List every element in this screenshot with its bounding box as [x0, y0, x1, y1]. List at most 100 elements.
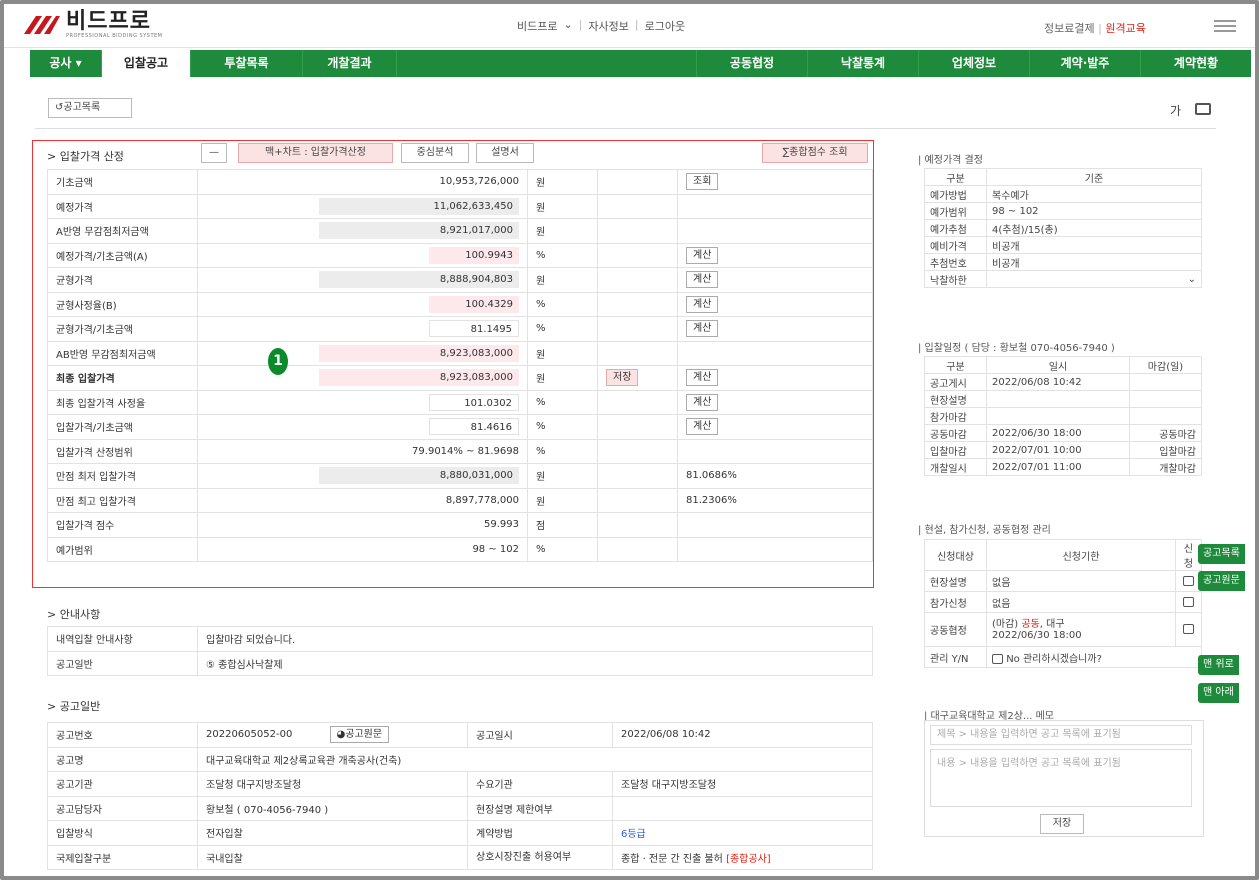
table-row: 균형가격/기초금액 81.1495% 계산 — [47, 316, 873, 342]
table-row: 기초금액 10,953,726,000 원 조회 — [47, 169, 873, 195]
table-row: 공고일반 ⑤ 종합심사낙찰제 — [47, 650, 873, 676]
contract-grade-link[interactable]: 6등급 — [612, 820, 873, 846]
table-row: 공동마감 2022/06/30 18:00 공동마감 — [924, 424, 1202, 442]
float-list-button[interactable]: 공고목록 — [1198, 544, 1245, 564]
calc-button[interactable]: 계산 — [686, 271, 719, 289]
table-row: 예가방법 복수예가 — [924, 185, 1202, 203]
notice-table: 내역입찰 안내사항 입찰마감 되었습니다. 공고일반 ⑤ 종합심사낙찰제 — [47, 626, 873, 676]
final-bid-price-input[interactable]: 8,923,083,000 — [319, 369, 519, 387]
logo-text: 비드프로 — [66, 9, 151, 34]
schedule-title: | 입찰일정 ( 담당 : 황보철 070-4056-7940 ) — [918, 343, 1115, 354]
company-info-link[interactable]: 자사정보 — [588, 18, 628, 34]
table-row: 현장설명 없음 — [924, 570, 1202, 592]
table-row: 참가마감 — [924, 407, 1202, 425]
chevron-down-icon[interactable]: ⌄ — [563, 18, 572, 34]
table-row: A반영 무감점최저금액 8,921,017,000 원 — [47, 218, 873, 244]
table-row: 입찰가격 산정범위 79.9014% ~ 81.9698% — [47, 438, 873, 464]
table-row: 국제입찰구분 국내입찰 상호시장진출 허용여부 종합 · 전문 간 진출 불허 [종합… — [47, 844, 873, 870]
save-price-button[interactable]: 저장 — [606, 369, 639, 387]
analysis-button[interactable]: 중심분석 — [401, 143, 469, 163]
logout-link[interactable]: 로그아웃 — [645, 18, 685, 34]
calc-button[interactable]: 계산 — [686, 246, 719, 264]
table-row: 참가신청 없음 — [924, 591, 1202, 613]
main-nav: 공사 ▾ 입찰공고 투찰목록 개찰결과 공동협정 낙찰통계 업체정보 계약·발주… — [30, 50, 1251, 77]
nav-joint-agreement[interactable]: 공동협정 — [697, 50, 808, 77]
calc-button[interactable]: 계산 — [686, 418, 719, 436]
nav-bid-list[interactable]: 투찰목록 — [191, 50, 303, 77]
table-row: 낙찰하한 ⌄ — [924, 270, 1202, 288]
estimate-title: | 예정가격 결정 — [918, 155, 983, 166]
globe-icon: ◕ — [336, 729, 346, 741]
nav-award-stats[interactable]: 낙찰통계 — [808, 50, 919, 77]
table-row: 예비가격 비공개 — [924, 236, 1202, 254]
nav-bid-notice[interactable]: 입찰공고 — [102, 50, 191, 77]
site-apply-checkbox[interactable] — [1183, 575, 1194, 586]
schedule-table: 구분 일시 마감(일) 공고게시 2022/06/08 10:42 현장설명 참가마감… — [924, 356, 1202, 476]
nav-construction[interactable]: 공사 ▾ — [30, 50, 102, 77]
nav-company-info[interactable]: 업체정보 — [919, 50, 1030, 77]
table-row: 공고게시 2022/06/08 10:42 — [924, 373, 1202, 391]
table-row: 입찰가격/기초금액 81.4616% 계산 — [47, 414, 873, 440]
table-row: 입찰방식 전자입찰 계약방법 6등급 — [47, 820, 873, 846]
joint-checkbox[interactable] — [1183, 624, 1194, 634]
table-row: 추첨번호 비공개 — [924, 253, 1202, 271]
calc-button[interactable]: 계산 — [686, 393, 719, 411]
scroll-top-button[interactable]: 맨 위로 — [1198, 655, 1239, 675]
calc-button[interactable]: 계산 — [686, 295, 719, 313]
table-row: 공동협정 (마감) 공동, 대구 2022/06/30 18:00 — [924, 612, 1202, 647]
collapse-button[interactable]: — — [201, 143, 227, 163]
nav-contract-order[interactable]: 계약·발주 — [1030, 50, 1141, 77]
remote-edu-link[interactable]: 원격교육 — [1105, 22, 1145, 35]
table-row: 공고기관 조달청 대구지방조달청 수요기관 조달청 대구지방조달청 — [47, 771, 873, 797]
table-row: 예가범위 98 ~ 102 — [924, 202, 1202, 220]
table-row: 내역입찰 안내사항 입찰마감 되었습니다. — [47, 626, 873, 652]
manual-button[interactable]: 설명서 — [476, 143, 534, 163]
price-section-title: > 입찰가격 산정 — [47, 150, 124, 163]
participate-checkbox[interactable] — [1183, 596, 1194, 607]
top-header: 비드프로 PROFESSIONAL BIDDING SYSTEM 비드프로 ⌄ … — [4, 4, 1255, 48]
apply-table: 신청대상 신청기한 신청 현장설명 없음 참가신청 없음 공동협정 (마감) 공동, 대구… — [924, 539, 1202, 668]
mac-chart-button[interactable]: 맥+차트 : 입찰가격산정 — [238, 143, 393, 163]
font-size-button[interactable]: 가 — [1170, 102, 1181, 119]
memo-subject-input[interactable]: 제목 > 내용을 입력하면 공고 목록에 표기됨 — [930, 725, 1192, 745]
hamburger-menu-icon[interactable] — [1214, 20, 1236, 32]
scroll-bottom-button[interactable]: 맨 아래 — [1198, 683, 1239, 703]
original-notice-button[interactable]: ◕공고원문 — [329, 726, 390, 744]
table-row: 공고번호 20220605052-00 ◕공고원문 공고일시 2022/06/08 1… — [47, 722, 873, 748]
ratio-b-input[interactable]: 100.4329 — [429, 295, 519, 313]
table-row: 입찰마감 2022/07/01 10:00 입찰마감 — [924, 441, 1202, 459]
nav-open-result[interactable]: 개찰결과 — [303, 50, 397, 77]
table-row: AB반영 무감점최저금액 8,923,083,000 원 — [47, 340, 873, 366]
estimate-table: 구분 기준 예가방법 복수예가 예가범위 98 ~ 102 예가추첨 4(추첨)/15(… — [924, 168, 1202, 288]
table-row: 예가추첨 4(추첨)/15(총) — [924, 219, 1202, 237]
payment-link[interactable]: 정보료결제 — [1044, 22, 1095, 35]
table-row: 균형사정율(B) 100.4329% 계산 — [47, 291, 873, 317]
table-row: 현장설명 — [924, 390, 1202, 408]
memo-save-button[interactable]: 저장 — [1040, 814, 1084, 834]
notice-list-button[interactable]: ↺공고목록 — [48, 98, 132, 118]
chevron-down-icon: ⌄ — [1187, 273, 1196, 285]
notice-title: > 안내사항 — [47, 608, 101, 621]
table-row: 예정가격 11,062,633,450 원 — [47, 193, 873, 219]
table-row: 입찰가격 점수 59.993 점 — [47, 512, 873, 538]
table-row: 최종 입찰가격 8,923,083,000 원 저장 계산 — [47, 365, 873, 391]
logo[interactable]: 비드프로 PROFESSIONAL BIDDING SYSTEM — [22, 11, 162, 39]
general-title: > 공고일반 — [47, 700, 101, 713]
manage-checkbox[interactable] — [992, 653, 1003, 664]
site-selector[interactable]: 비드프로 — [517, 18, 557, 34]
memo-content-input[interactable]: 내용 > 내용을 입력하면 공고 목록에 표기됨 — [930, 749, 1192, 807]
calc-button[interactable]: 계산 — [686, 320, 719, 338]
award-limit-select[interactable]: ⌄ — [986, 270, 1202, 288]
ratio-a-input[interactable]: 100.9943 — [429, 246, 519, 264]
table-row: 공고담당자 황보철 ( 070-4056-7940 ) 현장설명 제한여부 — [47, 795, 873, 821]
nav-contract-status[interactable]: 계약현황 — [1141, 50, 1251, 77]
logo-subtext: PROFESSIONAL BIDDING SYSTEM — [66, 33, 163, 39]
calc-button[interactable]: 계산 — [686, 369, 719, 387]
price-table: 기초금액 10,953,726,000 원 조회 예정가격 11,062,633,450… — [47, 169, 873, 562]
table-row: 개찰일시 2022/07/01 11:00 개찰마감 — [924, 458, 1202, 476]
lookup-button[interactable]: 조회 — [686, 173, 719, 191]
table-row: 최종 입찰가격 사정율 101.0302% 계산 — [47, 389, 873, 415]
total-score-button[interactable]: ∑종합점수 조회 — [762, 143, 868, 163]
print-icon[interactable] — [1195, 103, 1211, 115]
float-original-button[interactable]: 공고원문 — [1198, 571, 1245, 591]
